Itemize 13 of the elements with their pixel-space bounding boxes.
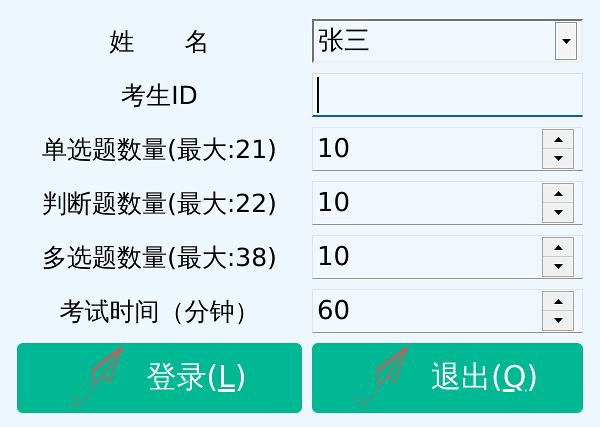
number-spinner[interactable]: 10	[312, 235, 583, 279]
field-label: 多选题数量(最大:38)	[42, 244, 277, 270]
field-label: 单选题数量(最大:21)	[42, 136, 277, 162]
caret-icon[interactable]	[555, 22, 577, 60]
number-spinner[interactable]: 10	[312, 181, 583, 225]
field-label: 考生ID	[121, 82, 198, 108]
field-label: 判断题数量(最大:22)	[42, 190, 277, 216]
name-dropdown[interactable]: 张三	[312, 19, 583, 63]
id-input-field[interactable]	[312, 73, 583, 117]
field-label: 姓 名	[110, 28, 210, 54]
field-label: 考试时间（分钟）	[60, 298, 260, 324]
number-spinner[interactable]: 10	[312, 127, 583, 171]
number-spinner[interactable]: 60	[312, 289, 583, 333]
